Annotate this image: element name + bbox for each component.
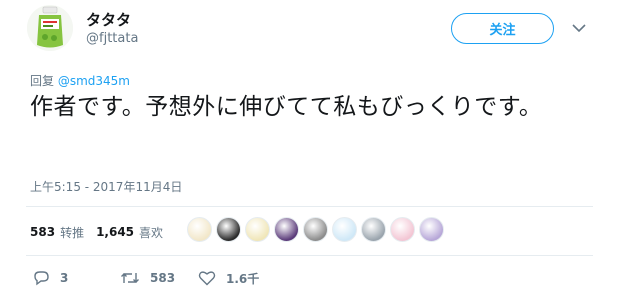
liker-avatar-5[interactable] — [303, 217, 328, 242]
tweet-actions: 3 583 1.6千 — [32, 268, 259, 288]
tweet-text: 作者です。予想外に伸びてて私もびっくりです。 — [30, 94, 543, 120]
liker-avatar-8[interactable] — [390, 217, 415, 242]
like-count: 1.6千 — [226, 271, 260, 286]
liker-avatars — [187, 217, 448, 247]
likes-label[interactable]: 喜欢 — [139, 224, 163, 241]
liker-avatar-6[interactable] — [332, 217, 357, 242]
liker-avatar-3[interactable] — [245, 217, 270, 242]
tweet-stats: 583 转推 1,645 喜欢 — [30, 222, 163, 242]
divider-bottom — [26, 255, 593, 256]
divider-top — [26, 206, 593, 207]
retweet-icon — [121, 273, 139, 283]
likes-count[interactable]: 1,645 — [96, 225, 134, 239]
reply-context: 回复 @smd345m — [30, 72, 130, 89]
reply-prefix: 回复 — [30, 74, 55, 88]
follow-button[interactable]: 关注 — [451, 13, 554, 44]
reply-count: 3 — [60, 271, 69, 285]
green-drink-bottle-avatar-icon — [27, 5, 73, 51]
liker-avatar-1[interactable] — [187, 217, 212, 242]
retweet-count: 583 — [150, 271, 176, 285]
reply-action[interactable]: 3 — [32, 270, 120, 286]
liker-avatar-9[interactable] — [419, 217, 444, 242]
user-handle[interactable]: @fjttata — [86, 31, 138, 46]
liker-avatar-4[interactable] — [274, 217, 299, 242]
reply-mention-link[interactable]: @smd345m — [58, 74, 130, 88]
liker-avatar-2[interactable] — [216, 217, 241, 242]
retweet-action[interactable]: 583 — [120, 270, 198, 286]
heart-icon — [198, 271, 216, 286]
reply-icon — [34, 271, 49, 286]
retweets-label[interactable]: 转推 — [60, 224, 84, 241]
display-name[interactable]: タタタ — [86, 9, 131, 30]
user-avatar[interactable] — [27, 5, 73, 51]
chevron-down-icon[interactable] — [572, 23, 586, 33]
retweets-count[interactable]: 583 — [30, 225, 55, 239]
like-action[interactable]: 1.6千 — [198, 270, 259, 287]
liker-avatar-7[interactable] — [361, 217, 386, 242]
tweet-timestamp[interactable]: 上午5:15 - 2017年11月4日 — [30, 178, 182, 195]
